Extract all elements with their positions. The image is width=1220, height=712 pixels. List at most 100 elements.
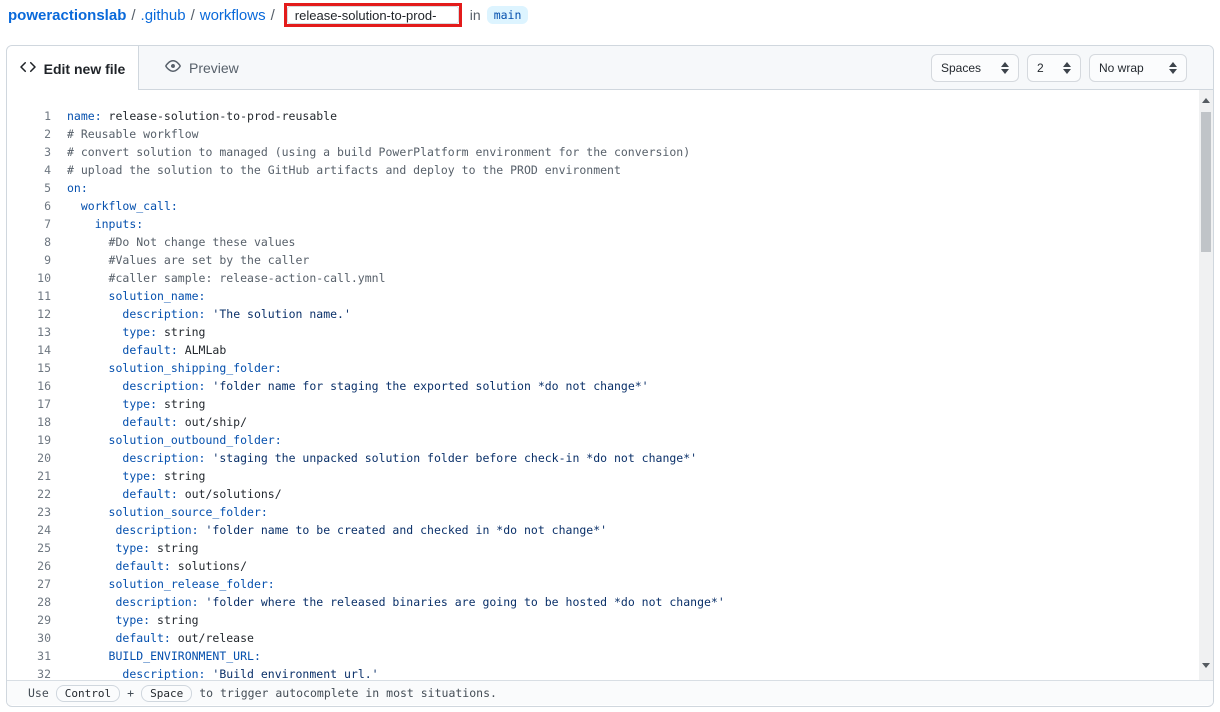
space-key-badge: Space xyxy=(141,685,192,702)
updown-icon xyxy=(1063,62,1071,74)
code-text: type: string xyxy=(51,611,199,629)
tab-preview-label: Preview xyxy=(189,60,239,76)
code-line[interactable]: 7 inputs: xyxy=(7,215,1213,233)
code-line[interactable]: 25 type: string xyxy=(7,539,1213,557)
code-text: on: xyxy=(51,179,88,197)
code-text: solution_outbound_folder: xyxy=(51,431,282,449)
breadcrumb-separator: / xyxy=(126,7,140,24)
tab-edit-new-file[interactable]: Edit new file xyxy=(7,46,139,91)
breadcrumb-github-link[interactable]: .github xyxy=(141,7,186,24)
editor-controls: Spaces 2 No wrap xyxy=(931,46,1213,89)
code-editor[interactable]: 1name: release-solution-to-prod-reusable… xyxy=(7,90,1213,680)
code-text: name: release-solution-to-prod-reusable xyxy=(51,107,337,125)
code-line[interactable]: 17 type: string xyxy=(7,395,1213,413)
code-line[interactable]: 29 type: string xyxy=(7,611,1213,629)
code-line[interactable]: 2# Reusable workflow xyxy=(7,125,1213,143)
code-line[interactable]: 6 workflow_call: xyxy=(7,197,1213,215)
code-line[interactable]: 15 solution_shipping_folder: xyxy=(7,359,1213,377)
code-text: default: out/ship/ xyxy=(51,413,247,431)
code-text: description: 'staging the unpacked solut… xyxy=(51,449,697,467)
code-line[interactable]: 30 default: out/release xyxy=(7,629,1213,647)
breadcrumb: poweractionslab / .github / workflows / … xyxy=(8,0,528,30)
code-lines: 1name: release-solution-to-prod-reusable… xyxy=(7,107,1213,680)
breadcrumb-separator: / xyxy=(266,7,280,24)
code-line[interactable]: 26 default: solutions/ xyxy=(7,557,1213,575)
code-line[interactable]: 13 type: string xyxy=(7,323,1213,341)
line-number: 20 xyxy=(7,449,51,467)
vertical-scrollbar[interactable] xyxy=(1199,90,1213,680)
tabbar-spacer xyxy=(265,46,931,89)
code-text: #Do Not change these values xyxy=(51,233,295,251)
line-number: 8 xyxy=(7,233,51,251)
code-text: solution_release_folder: xyxy=(51,575,275,593)
tab-edit-label: Edit new file xyxy=(44,61,126,77)
code-line[interactable]: 9 #Values are set by the caller xyxy=(7,251,1213,269)
line-number: 18 xyxy=(7,413,51,431)
code-text: #Values are set by the caller xyxy=(51,251,309,269)
breadcrumb-separator: / xyxy=(186,7,200,24)
code-text: workflow_call: xyxy=(51,197,178,215)
updown-icon xyxy=(1001,62,1009,74)
line-number: 12 xyxy=(7,305,51,323)
code-line[interactable]: 1name: release-solution-to-prod-reusable xyxy=(7,107,1213,125)
code-text: default: ALMLab xyxy=(51,341,226,359)
in-label: in xyxy=(466,7,487,23)
code-line[interactable]: 5on: xyxy=(7,179,1213,197)
indent-size-select[interactable]: 2 xyxy=(1027,54,1081,82)
line-number: 10 xyxy=(7,269,51,287)
code-line[interactable]: 14 default: ALMLab xyxy=(7,341,1213,359)
line-number: 14 xyxy=(7,341,51,359)
line-number: 5 xyxy=(7,179,51,197)
scrollbar-thumb[interactable] xyxy=(1201,112,1211,252)
breadcrumb-repo-link[interactable]: poweractionslab xyxy=(8,7,126,24)
code-line[interactable]: 18 default: out/ship/ xyxy=(7,413,1213,431)
code-line[interactable]: 32 description: 'Build environment url.' xyxy=(7,665,1213,680)
code-text: default: solutions/ xyxy=(51,557,247,575)
autocomplete-hint-bar: Use Control + Space to trigger autocompl… xyxy=(7,680,1213,705)
editor-tabbar: Edit new file Preview Spaces 2 No wrap xyxy=(7,46,1213,90)
line-number: 27 xyxy=(7,575,51,593)
breadcrumb-workflows-link[interactable]: workflows xyxy=(200,7,266,24)
code-text: description: 'folder name for staging th… xyxy=(51,377,649,395)
scroll-up-icon[interactable] xyxy=(1199,93,1213,107)
code-line[interactable]: 4# upload the solution to the GitHub art… xyxy=(7,161,1213,179)
code-line[interactable]: 10 #caller sample: release-action-call.y… xyxy=(7,269,1213,287)
code-line[interactable]: 3# convert solution to managed (using a … xyxy=(7,143,1213,161)
line-number: 24 xyxy=(7,521,51,539)
code-line[interactable]: 27 solution_release_folder: xyxy=(7,575,1213,593)
code-line[interactable]: 28 description: 'folder where the releas… xyxy=(7,593,1213,611)
code-line[interactable]: 24 description: 'folder name to be creat… xyxy=(7,521,1213,539)
code-line[interactable]: 8 #Do Not change these values xyxy=(7,233,1213,251)
code-text: type: string xyxy=(51,539,199,557)
code-line[interactable]: 31 BUILD_ENVIRONMENT_URL: xyxy=(7,647,1213,665)
hint-prefix: Use xyxy=(28,686,49,700)
line-number: 28 xyxy=(7,593,51,611)
wrap-mode-value: No wrap xyxy=(1099,61,1144,75)
code-line[interactable]: 16 description: 'folder name for staging… xyxy=(7,377,1213,395)
code-text: inputs: xyxy=(51,215,143,233)
line-number: 22 xyxy=(7,485,51,503)
hint-joiner: + xyxy=(127,686,134,700)
code-line[interactable]: 22 default: out/solutions/ xyxy=(7,485,1213,503)
code-text: # convert solution to managed (using a b… xyxy=(51,143,690,161)
scroll-down-icon[interactable] xyxy=(1199,658,1213,672)
indent-mode-value: Spaces xyxy=(941,61,981,75)
code-text: description: 'The solution name.' xyxy=(51,305,351,323)
wrap-mode-select[interactable]: No wrap xyxy=(1089,54,1187,82)
filename-input[interactable] xyxy=(287,6,459,24)
code-line[interactable]: 23 solution_source_folder: xyxy=(7,503,1213,521)
branch-badge[interactable]: main xyxy=(487,6,529,24)
tab-preview[interactable]: Preview xyxy=(139,46,265,89)
code-text: default: out/release xyxy=(51,629,254,647)
code-text: type: string xyxy=(51,395,205,413)
line-number: 32 xyxy=(7,665,51,680)
code-text: # upload the solution to the GitHub arti… xyxy=(51,161,621,179)
code-line[interactable]: 21 type: string xyxy=(7,467,1213,485)
code-text: #caller sample: release-action-call.ymnl xyxy=(51,269,386,287)
code-line[interactable]: 19 solution_outbound_folder: xyxy=(7,431,1213,449)
line-number: 25 xyxy=(7,539,51,557)
code-line[interactable]: 20 description: 'staging the unpacked so… xyxy=(7,449,1213,467)
code-line[interactable]: 11 solution_name: xyxy=(7,287,1213,305)
indent-mode-select[interactable]: Spaces xyxy=(931,54,1019,82)
code-line[interactable]: 12 description: 'The solution name.' xyxy=(7,305,1213,323)
